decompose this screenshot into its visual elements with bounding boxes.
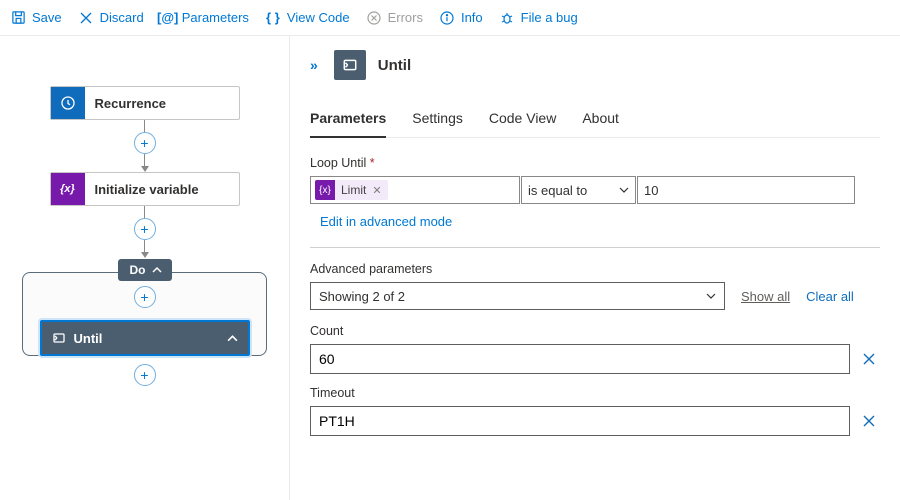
node-init-var-label: Initialize variable [85, 182, 199, 197]
count-input[interactable] [310, 344, 850, 374]
condition-right-input[interactable]: 10 [637, 176, 855, 204]
view-code-button[interactable]: { } View Code [263, 6, 352, 30]
chevron-up-icon [227, 334, 238, 343]
clear-timeout-button[interactable] [858, 410, 880, 432]
clear-all-link[interactable]: Clear all [806, 289, 854, 304]
close-icon [78, 10, 94, 26]
until-label: Until [74, 331, 103, 346]
tab-code-view[interactable]: Code View [489, 104, 556, 137]
discard-button[interactable]: Discard [76, 6, 146, 30]
file-bug-label: File a bug [521, 10, 578, 25]
loop-until-label: Loop Until [310, 156, 880, 170]
node-initialize-variable[interactable]: {x} Initialize variable [50, 172, 240, 206]
file-bug-button[interactable]: File a bug [497, 6, 580, 30]
properties-panel: » Until Parameters Settings Code View Ab… [290, 36, 900, 500]
compare-value: 10 [644, 183, 658, 198]
add-step-button[interactable]: + [134, 132, 156, 154]
condition-left-input[interactable]: {x} Limit ✕ [310, 176, 520, 204]
save-icon [10, 10, 26, 26]
chevron-down-icon [706, 292, 716, 300]
save-label: Save [32, 10, 62, 25]
add-step-button[interactable]: + [134, 218, 156, 240]
node-recurrence-label: Recurrence [85, 96, 167, 111]
info-icon [439, 10, 455, 26]
chevron-up-icon [152, 266, 162, 274]
timeout-input[interactable] [310, 406, 850, 436]
arrow-icon [141, 252, 149, 258]
errors-label: Errors [388, 10, 423, 25]
token-text: Limit [335, 183, 372, 197]
connector [144, 240, 145, 252]
collapse-panel-button[interactable]: » [310, 57, 318, 73]
advanced-parameters-label: Advanced parameters [310, 262, 880, 276]
node-until-loop[interactable]: Do + Until [22, 272, 267, 356]
do-label: Do [130, 263, 146, 277]
info-label: Info [461, 10, 483, 25]
show-all-link[interactable]: Show all [741, 289, 790, 304]
errors-button: Errors [364, 6, 425, 30]
operator-select[interactable]: is equal to [521, 176, 636, 204]
variable-icon: {x} [315, 180, 335, 200]
tab-about[interactable]: About [582, 104, 619, 137]
divider [310, 247, 880, 248]
remove-token-button[interactable]: ✕ [372, 184, 387, 197]
parameters-label: Parameters [182, 10, 249, 25]
parameters-icon: [@] [160, 10, 176, 26]
count-label: Count [310, 324, 880, 338]
until-header[interactable]: Until [40, 320, 250, 356]
variable-token[interactable]: {x} Limit ✕ [315, 180, 388, 200]
braces-icon: { } [265, 10, 281, 26]
advanced-parameters-select[interactable]: Showing 2 of 2 [310, 282, 725, 310]
connector [144, 154, 145, 166]
edit-advanced-mode-link[interactable]: Edit in advanced mode [320, 214, 452, 229]
chevron-down-icon [619, 186, 629, 194]
clear-count-button[interactable] [858, 348, 880, 370]
recurrence-icon [51, 87, 85, 119]
loop-icon [334, 50, 366, 80]
parameters-button[interactable]: [@] Parameters [158, 6, 251, 30]
advanced-parameters-value: Showing 2 of 2 [319, 289, 405, 304]
view-code-label: View Code [287, 10, 350, 25]
add-step-button[interactable]: + [134, 364, 156, 386]
timeout-label: Timeout [310, 386, 880, 400]
error-icon [366, 10, 382, 26]
bug-icon [499, 10, 515, 26]
loop-icon [52, 331, 66, 345]
operator-value: is equal to [528, 183, 587, 198]
node-recurrence[interactable]: Recurrence [50, 86, 240, 120]
designer-canvas[interactable]: Recurrence + {x} Initialize variable + D… [0, 36, 290, 500]
info-button[interactable]: Info [437, 6, 485, 30]
variable-icon: {x} [51, 173, 85, 205]
connector [144, 120, 145, 132]
toolbar: Save Discard [@] Parameters { } View Cod… [0, 0, 900, 36]
do-header[interactable]: Do [118, 259, 172, 281]
panel-title: Until [378, 57, 411, 74]
tab-parameters[interactable]: Parameters [310, 104, 386, 138]
save-button[interactable]: Save [8, 6, 64, 30]
tab-settings[interactable]: Settings [412, 104, 463, 137]
connector [144, 206, 145, 218]
arrow-icon [141, 166, 149, 172]
add-step-button[interactable]: + [134, 286, 156, 308]
panel-tabs: Parameters Settings Code View About [310, 104, 880, 138]
discard-label: Discard [100, 10, 144, 25]
